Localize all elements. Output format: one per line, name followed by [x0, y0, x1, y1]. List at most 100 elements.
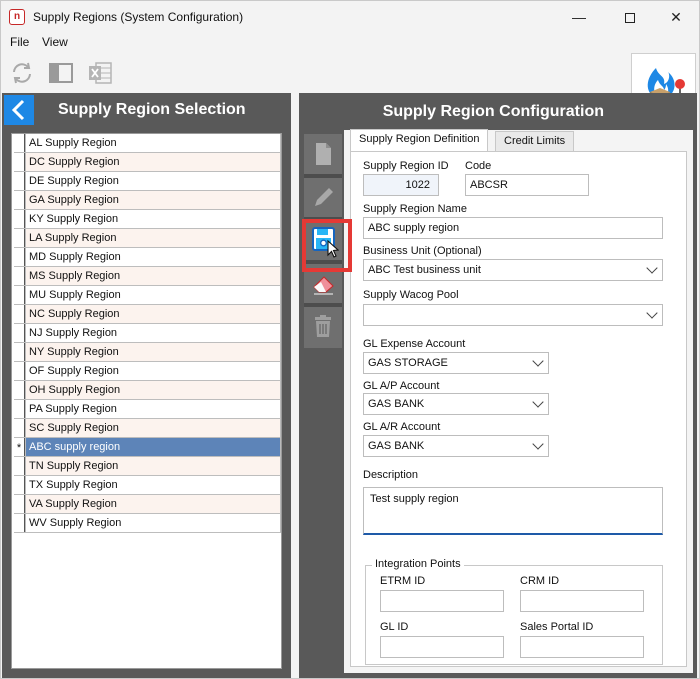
list-item-label: NC Supply Region	[25, 305, 281, 323]
list-item[interactable]: VA Supply Region	[14, 495, 281, 514]
description-field[interactable]: Test supply region	[363, 487, 663, 535]
supply-region-selection-panel: Supply Region Selection AL Supply Region…	[2, 93, 291, 678]
maximize-button[interactable]	[607, 1, 653, 33]
supply-region-name-label: Supply Region Name	[363, 203, 467, 215]
list-item-label: SC Supply Region	[25, 419, 281, 437]
menu-file[interactable]: File	[10, 35, 29, 49]
left-panel-title: Supply Region Selection	[58, 101, 246, 118]
save-disk-icon	[312, 227, 340, 258]
chevron-down-icon	[532, 355, 544, 367]
clear-button[interactable]	[307, 265, 339, 301]
list-item[interactable]: AL Supply Region	[14, 134, 281, 153]
row-indicator	[14, 324, 25, 342]
row-indicator	[14, 343, 25, 361]
list-item[interactable]: GA Supply Region	[14, 191, 281, 210]
trash-icon	[315, 315, 331, 337]
business-unit-dropdown[interactable]: ABC Test business unit	[363, 259, 663, 281]
left-panel-header: Supply Region Selection	[2, 93, 291, 127]
form-area: Supply Region Definition Credit Limits S…	[344, 129, 693, 673]
window-title: Supply Regions (System Configuration)	[33, 10, 244, 24]
sales-portal-id-label: Sales Portal ID	[520, 621, 594, 633]
list-item[interactable]: OF Supply Region	[14, 362, 281, 381]
close-button[interactable]: ✕	[653, 1, 699, 33]
list-item[interactable]: NY Supply Region	[14, 343, 281, 362]
list-item[interactable]: OH Supply Region	[14, 381, 281, 400]
sales-portal-id-field[interactable]	[520, 636, 644, 658]
minimize-button[interactable]: —	[556, 1, 602, 33]
export-excel-button[interactable]	[87, 60, 113, 86]
list-item-label: ABC supply region	[25, 438, 281, 456]
save-button[interactable]	[307, 222, 340, 258]
row-indicator	[14, 172, 25, 190]
maximize-icon	[625, 13, 635, 24]
list-item[interactable]: TX Supply Region	[14, 476, 281, 495]
list-item-label: TN Supply Region	[25, 457, 281, 475]
panel-toggle-button[interactable]	[48, 60, 74, 86]
code-field[interactable]: ABCSR	[465, 174, 589, 196]
gl-id-field[interactable]	[380, 636, 504, 658]
row-indicator	[14, 495, 25, 513]
list-item-label: MS Supply Region	[25, 267, 281, 285]
gl-id-label: GL ID	[380, 621, 409, 633]
list-item[interactable]: KY Supply Region	[14, 210, 281, 229]
gl-ar-account-value: GAS BANK	[368, 440, 425, 452]
row-indicator	[14, 286, 25, 304]
list-item[interactable]: LA Supply Region	[14, 229, 281, 248]
back-arrow-icon	[11, 99, 25, 121]
row-indicator	[14, 134, 25, 152]
list-item[interactable]: * ABC supply region	[14, 438, 281, 457]
list-item[interactable]: TN Supply Region	[14, 457, 281, 476]
chevron-down-icon	[646, 262, 658, 274]
side-toolbar	[304, 134, 342, 348]
supply-wacog-pool-dropdown[interactable]	[363, 304, 663, 326]
menu-view[interactable]: View	[42, 35, 68, 49]
list-item[interactable]: PA Supply Region	[14, 400, 281, 419]
list-item-label: NJ Supply Region	[25, 324, 281, 342]
list-item[interactable]: MD Supply Region	[14, 248, 281, 267]
definition-tab-content: Supply Region ID Code 1022 ABCSR Supply …	[350, 151, 687, 667]
gl-ar-account-dropdown[interactable]: GAS BANK	[363, 435, 549, 457]
gl-ap-account-dropdown[interactable]: GAS BANK	[363, 393, 549, 415]
gl-expense-account-dropdown[interactable]: GAS STORAGE	[363, 352, 549, 374]
list-item[interactable]: NJ Supply Region	[14, 324, 281, 343]
edit-button[interactable]	[307, 179, 339, 215]
list-item-label: MD Supply Region	[25, 248, 281, 266]
row-indicator	[14, 191, 25, 209]
list-item[interactable]: DC Supply Region	[14, 153, 281, 172]
row-indicator	[14, 305, 25, 323]
separator	[304, 303, 342, 307]
list-item[interactable]: MU Supply Region	[14, 286, 281, 305]
list-item[interactable]: WV Supply Region	[14, 514, 281, 533]
chevron-down-icon	[532, 396, 544, 408]
list-item[interactable]: DE Supply Region	[14, 172, 281, 191]
row-indicator: *	[14, 438, 25, 456]
etrm-id-field[interactable]	[380, 590, 504, 612]
delete-button[interactable]	[307, 308, 339, 344]
list-item[interactable]: SC Supply Region	[14, 419, 281, 438]
business-unit-value: ABC Test business unit	[368, 264, 481, 276]
tab-supply-region-definition[interactable]: Supply Region Definition	[350, 129, 489, 152]
tab-credit-limits[interactable]: Credit Limits	[495, 131, 575, 151]
supply-region-name-field[interactable]: ABC supply region	[363, 217, 663, 239]
back-button[interactable]	[4, 95, 34, 125]
title-bar: n Supply Regions (System Configuration) …	[1, 1, 699, 33]
list-item-label: DE Supply Region	[25, 172, 281, 190]
list-item-label: DC Supply Region	[25, 153, 281, 171]
supply-region-list[interactable]: AL Supply Region DC Supply Region DE Suppl…	[11, 133, 282, 669]
tab-strip: Supply Region Definition Credit Limits	[344, 129, 693, 152]
refresh-button[interactable]	[9, 60, 35, 86]
gl-ap-account-label: GL A/P Account	[363, 380, 440, 392]
row-indicator	[14, 476, 25, 494]
integration-points-group: Integration Points ETRM ID CRM ID GL ID …	[365, 558, 663, 665]
supply-wacog-pool-label: Supply Wacog Pool	[363, 289, 459, 301]
list-item-label: TX Supply Region	[25, 476, 281, 494]
new-button[interactable]	[307, 136, 339, 172]
supply-region-id-field: 1022	[363, 174, 439, 196]
row-indicator	[14, 229, 25, 247]
row-indicator	[14, 400, 25, 418]
row-indicator	[14, 153, 25, 171]
list-item[interactable]: NC Supply Region	[14, 305, 281, 324]
crm-id-field[interactable]	[520, 590, 644, 612]
list-item[interactable]: MS Supply Region	[14, 267, 281, 286]
chevron-down-icon	[646, 307, 658, 319]
